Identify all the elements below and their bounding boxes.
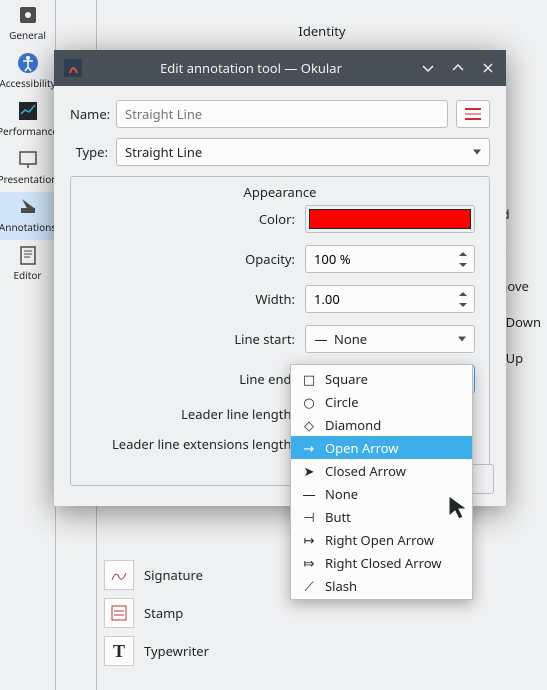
sidebar-label: Editor (13, 268, 41, 282)
spin-down-icon[interactable] (459, 263, 467, 267)
dropdown-item-label: Slash (325, 577, 357, 595)
sidebar-item-accessibility[interactable]: Accessibility (0, 48, 55, 96)
dropdown-item[interactable]: — None (291, 482, 472, 505)
dropdown-item-label: Circle (325, 393, 359, 411)
sidebar-label: Presentation (0, 172, 57, 186)
dropdown-item-label: Right Open Arrow (325, 531, 434, 549)
signature-icon (104, 560, 134, 590)
list-item[interactable]: Stamp (104, 594, 209, 632)
dropdown-item-label: Butt (325, 508, 351, 526)
opacity-label: Opacity: (85, 250, 305, 268)
sidebar-item-presentation[interactable]: Presentation (0, 144, 55, 192)
spin-down-icon[interactable] (459, 303, 467, 307)
sidebar-item-performance[interactable]: Performance (0, 96, 55, 144)
sidebar-item-editor[interactable]: Editor (0, 240, 55, 288)
line-end-glyph-icon: ◇ (301, 416, 317, 434)
leader-length-label: Leader line length: (85, 405, 305, 423)
dropdown-item[interactable]: → Open Arrow (291, 436, 472, 459)
color-swatch-inner (309, 209, 471, 229)
maximize-button[interactable] (450, 60, 466, 76)
sidebar-label: Accessibility (0, 76, 56, 90)
line-end-glyph-icon: ↦ (301, 531, 317, 549)
line-end-glyph-icon: ⤇ (301, 554, 317, 572)
dropdown-item-label: None (325, 485, 358, 503)
annotations-icon (17, 196, 39, 218)
dropdown-item[interactable]: ➤ Closed Arrow (291, 459, 472, 482)
line-start-combo[interactable]: — None (305, 325, 475, 353)
line-end-glyph-icon: → (301, 439, 317, 457)
sidebar-label: Performance (0, 124, 58, 138)
color-label: Color: (85, 210, 305, 228)
accessibility-icon (17, 52, 39, 74)
width-spinbox[interactable] (305, 285, 475, 313)
typewriter-icon: T (104, 636, 134, 666)
line-end-glyph-icon: ➤ (301, 462, 317, 480)
sidebar-label: General (9, 28, 46, 42)
spin-up-icon[interactable] (459, 252, 467, 256)
dropdown-item[interactable]: ○ Circle (291, 390, 472, 413)
general-icon (17, 4, 39, 26)
dropdown-item[interactable]: □ Square (291, 367, 472, 390)
name-input[interactable] (116, 100, 448, 128)
line-end-glyph-icon: ⟋ (301, 577, 317, 595)
list-item[interactable]: T Typewriter (104, 632, 209, 670)
none-icon: — (314, 330, 328, 348)
line-end-glyph-icon: ⊣ (301, 508, 317, 526)
line-end-label: Line end: (85, 370, 305, 388)
line-end-dropdown: □ Square ○ Circle ◇ Diamond → Open Arrow ➤ Closed… (290, 364, 473, 600)
dropdown-item[interactable]: ⟋ Slash (291, 574, 472, 597)
appearance-title: Appearance (238, 183, 323, 201)
color-picker[interactable] (305, 205, 475, 233)
line-end-glyph-icon: ○ (301, 393, 317, 411)
width-label: Width: (85, 290, 305, 308)
dropdown-item[interactable]: ◇ Diamond (291, 413, 472, 436)
dropdown-item-label: Closed Arrow (325, 462, 406, 480)
line-end-glyph-icon: — (301, 485, 317, 503)
okular-app-icon (64, 59, 82, 77)
dialog-titlebar[interactable]: Edit annotation tool — Okular (54, 50, 506, 86)
dropdown-item-label: Open Arrow (325, 439, 399, 457)
dialog-title: Edit annotation tool — Okular (92, 59, 410, 77)
list-item[interactable]: Signature (104, 556, 209, 594)
dropdown-item[interactable]: ⤇ Right Closed Arrow (291, 551, 472, 574)
sidebar-item-general[interactable]: General (0, 0, 55, 48)
dropdown-item[interactable]: ⊣ Butt (291, 505, 472, 528)
tool-preview-icon (456, 100, 490, 128)
annotation-type-list: Signature Stamp T Typewriter (104, 556, 209, 670)
dropdown-item-label: Right Closed Arrow (325, 554, 442, 572)
spin-up-icon[interactable] (459, 292, 467, 296)
sidebar-label: Annotations (0, 220, 56, 234)
type-label: Type: (70, 143, 116, 161)
presentation-icon (17, 148, 39, 170)
minimize-button[interactable] (420, 60, 436, 76)
leader-ext-label: Leader line extensions length: (85, 435, 305, 453)
settings-sidebar: General Accessibility Performance Presen… (0, 0, 56, 690)
close-button[interactable] (480, 60, 496, 76)
performance-icon (17, 100, 39, 122)
dropdown-item-label: Square (325, 370, 368, 388)
editor-icon (17, 244, 39, 266)
opacity-spinbox[interactable] (305, 245, 475, 273)
line-start-label: Line start: (85, 330, 305, 348)
name-label: Name: (70, 105, 116, 123)
line-end-glyph-icon: □ (301, 370, 317, 388)
dropdown-item-label: Diamond (325, 416, 381, 434)
sidebar-item-annotations[interactable]: Annotations (0, 192, 55, 240)
stamp-icon (104, 598, 134, 628)
dropdown-item[interactable]: ↦ Right Open Arrow (291, 528, 472, 551)
type-select[interactable]: Straight Line (116, 138, 490, 166)
